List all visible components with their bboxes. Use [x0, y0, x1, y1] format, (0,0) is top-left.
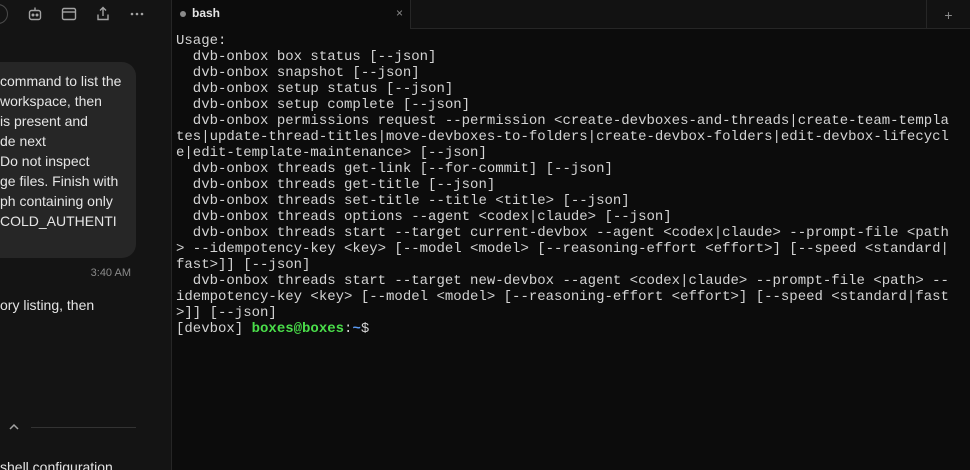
tab-bash[interactable]: bash × [172, 0, 411, 29]
user-message-line: COLD_AUTHENTI [0, 213, 117, 229]
user-message-line: ge files. Finish with [0, 173, 119, 189]
terminal-tab-bar: bash × + [172, 0, 970, 29]
terminal-line: dvb-onbox snapshot [--json] [176, 65, 420, 81]
tab-status-dot [180, 11, 186, 17]
prompt-user-host: boxes@boxes [251, 321, 345, 337]
user-message-line: de next [0, 133, 46, 149]
terminal-line: dvb-onbox setup status [--json] [176, 81, 454, 97]
terminal-line: dvb-onbox threads get-title [--json] [176, 177, 496, 193]
prompt-path: ~ [352, 321, 361, 337]
more-icon[interactable] [127, 4, 147, 24]
browser-window-icon[interactable] [59, 4, 79, 24]
collapse-toggle[interactable] [0, 418, 171, 436]
terminal-line: dvb-onbox permissions request --permissi… [176, 113, 949, 129]
user-message-line: command to list the [0, 73, 122, 89]
user-message-line: workspace, then [0, 93, 102, 109]
chat-panel: command to list the workspace, then is p… [0, 0, 172, 470]
assistant-message: ory listing, then [0, 297, 95, 313]
terminal-prompt[interactable]: [devbox] boxes@boxes:~$ [176, 321, 966, 337]
divider [31, 427, 136, 428]
tab-title: bash [192, 6, 221, 20]
plus-icon: + [944, 6, 953, 23]
terminal-line: e|edit-template-maintenance> [--json] [176, 145, 487, 161]
new-tab-button[interactable]: + [926, 0, 970, 29]
terminal-line: dvb-onbox threads start --target current… [176, 225, 949, 241]
terminal-line: dvb-onbox threads get-link [--for-commit… [176, 161, 613, 177]
terminal-line: dvb-onbox threads options --agent <codex… [176, 209, 672, 225]
terminal-line: idempotency-key <key> [--model <model> [… [176, 289, 949, 305]
bot-icon[interactable] [25, 4, 45, 24]
user-message-bubble: command to list the workspace, then is p… [0, 62, 136, 258]
terminal-output[interactable]: Usage: dvb-onbox box status [--json] dvb… [172, 29, 970, 470]
close-icon[interactable]: × [396, 6, 403, 20]
message-timestamp: 3:40 AM [90, 267, 131, 279]
chat-toolbar [0, 0, 171, 28]
terminal-line: Usage: [176, 33, 227, 49]
user-message-line: Do not inspect [0, 153, 90, 169]
share-icon[interactable] [93, 4, 113, 24]
terminal-line: fast>]] [--json] [176, 257, 311, 273]
prompt-prefix: [devbox] [176, 321, 252, 337]
terminal-line: dvb-onbox threads set-title --title <tit… [176, 193, 630, 209]
terminal-lines: Usage: dvb-onbox box status [--json] dvb… [176, 33, 966, 337]
terminal-line: dvb-onbox setup complete [--json] [176, 97, 471, 113]
assistant-message-continued: shell configuration [0, 459, 113, 470]
terminal-line: > --idempotency-key <key> [--model <mode… [176, 241, 949, 257]
terminal-line: dvb-onbox threads start --target new-dev… [176, 273, 949, 289]
circle-button[interactable] [0, 4, 8, 24]
user-message-line: ph containing only [0, 193, 113, 209]
terminal-line: dvb-onbox box status [--json] [176, 49, 437, 65]
terminal-line: >]] [--json] [176, 305, 277, 321]
user-message-line: is present and [0, 113, 88, 129]
chevron-up-icon[interactable] [6, 419, 22, 435]
prompt-symbol: $ [360, 321, 370, 337]
terminal-line: tes|update-thread-titles|move-devboxes-t… [176, 129, 949, 145]
